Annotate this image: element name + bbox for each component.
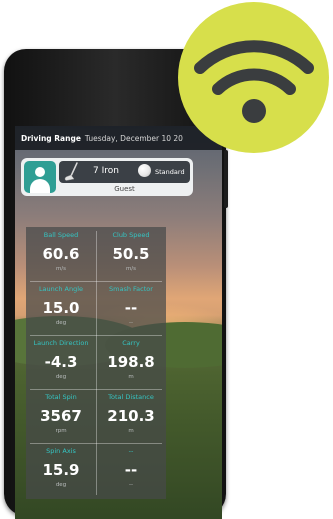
phone-side-button [224, 150, 228, 208]
stat-value: 210.3 [107, 407, 155, 425]
stat-unit: -- [129, 320, 133, 326]
stat-unit: deg [55, 482, 67, 488]
app-promo: Driving Range Tuesday, December 10 20 7 … [0, 0, 333, 519]
stat-label: Launch Direction [33, 339, 89, 347]
stat-value: 15.0 [42, 299, 80, 317]
stat-label: Ball Speed [43, 231, 79, 239]
stat-label: Smash Factor [109, 285, 153, 293]
stat-label: Launch Angle [38, 285, 84, 293]
stat-value: 3567 [40, 407, 82, 425]
stat-unit: -- [129, 482, 133, 488]
stat-total-spin: Total Spin 3567 rpm [26, 389, 96, 443]
club-name: 7 Iron [93, 166, 119, 176]
player-name: Guest [114, 185, 135, 193]
stat-label: Total Spin [45, 393, 77, 401]
stat-value: 60.6 [42, 245, 80, 263]
stat-label: Club Speed [112, 231, 150, 239]
stat-label: Spin Axis [46, 447, 76, 455]
stat-label: -- [128, 447, 134, 455]
stat-value: 198.8 [107, 353, 155, 371]
stat-smash-factor: Smash Factor -- -- [96, 281, 166, 335]
stat-unit: deg [55, 374, 67, 380]
stat-club-speed: Club Speed 50.5 m/s [96, 227, 166, 281]
stat-unit: rpm [55, 428, 67, 434]
session-date: Tuesday, December 10 20 [84, 133, 183, 143]
stat-ball-speed: Ball Speed 60.6 m/s [26, 227, 96, 281]
golf-ball-icon [138, 164, 151, 177]
stat-value: 15.9 [42, 461, 80, 479]
stat-carry: Carry 198.8 m [96, 335, 166, 389]
stat-value: -4.3 [44, 353, 78, 371]
stat-launch-direction: Launch Direction -4.3 deg [26, 335, 96, 389]
stat-unit: m/s [55, 266, 67, 272]
avatar-icon[interactable] [24, 161, 56, 193]
player-card[interactable]: 7 Iron Standard Guest [21, 158, 193, 196]
stat-label: Total Distance [108, 393, 154, 401]
stat-unit: m [128, 428, 134, 434]
stat-spin-axis: Spin Axis 15.9 deg [26, 443, 96, 497]
stat-unit: deg [55, 320, 67, 326]
stat-value: -- [124, 461, 138, 479]
stat-value: -- [124, 299, 138, 317]
stat-unit: m [128, 374, 134, 380]
ball-type: Standard [155, 168, 185, 176]
app-screen: Driving Range Tuesday, December 10 20 7 … [15, 126, 222, 519]
stat-empty: -- -- -- [96, 443, 166, 497]
stat-value: 50.5 [112, 245, 150, 263]
stat-launch-angle: Launch Angle 15.0 deg [26, 281, 96, 335]
stat-unit: m/s [125, 266, 137, 272]
equipment-bar[interactable]: 7 Iron Standard [59, 161, 190, 183]
wifi-badge [178, 2, 329, 153]
mode-title: Driving Range [21, 133, 81, 143]
stat-label: Carry [122, 339, 140, 347]
golf-club-icon [64, 162, 78, 181]
wifi-icon [194, 40, 314, 123]
stat-total-distance: Total Distance 210.3 m [96, 389, 166, 443]
shot-stats-panel: Ball Speed 60.6 m/s Club Speed 50.5 m/s … [26, 227, 166, 499]
